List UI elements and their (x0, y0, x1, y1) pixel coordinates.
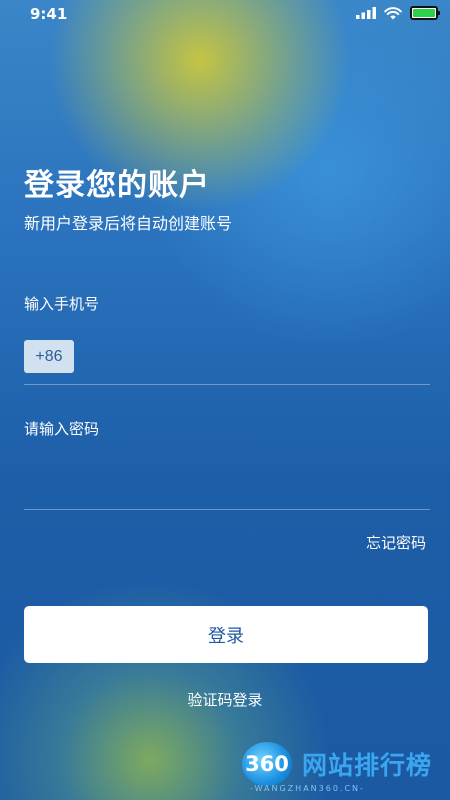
status-time: 9:41 (30, 5, 68, 23)
sms-login-link[interactable]: 验证码登录 (0, 689, 450, 710)
password-input[interactable] (24, 414, 430, 444)
country-code-button[interactable]: +86 (24, 340, 74, 373)
phone-underline (24, 384, 430, 385)
battery-fill (413, 9, 435, 17)
watermark-text: 网站排行榜 (302, 751, 433, 780)
page-subtitle: 新用户登录后将自动创建账号 (24, 214, 233, 233)
watermark-logo: 360 (242, 742, 292, 786)
login-screen: 9:41 登录您的账户 新用户登录后将自动创建账号 输入手机号 +86 忘记密码… (0, 0, 450, 800)
forgot-password-link[interactable]: 忘记密码 (366, 532, 426, 553)
page-title: 登录您的账户 (24, 168, 210, 203)
battery-icon (410, 6, 440, 20)
status-icons (356, 6, 440, 20)
phone-input[interactable] (84, 338, 424, 375)
phone-label: 输入手机号 (24, 295, 100, 313)
cellular-signal-icon (356, 7, 376, 19)
wifi-icon (384, 6, 402, 19)
password-underline (24, 509, 430, 510)
login-button[interactable]: 登录 (24, 606, 428, 663)
watermark: 360 网站排行榜 -WANGZHAN360.CN- (238, 740, 443, 795)
watermark-url: -WANGZHAN360.CN- (250, 784, 365, 793)
status-bar: 9:41 (0, 0, 450, 28)
